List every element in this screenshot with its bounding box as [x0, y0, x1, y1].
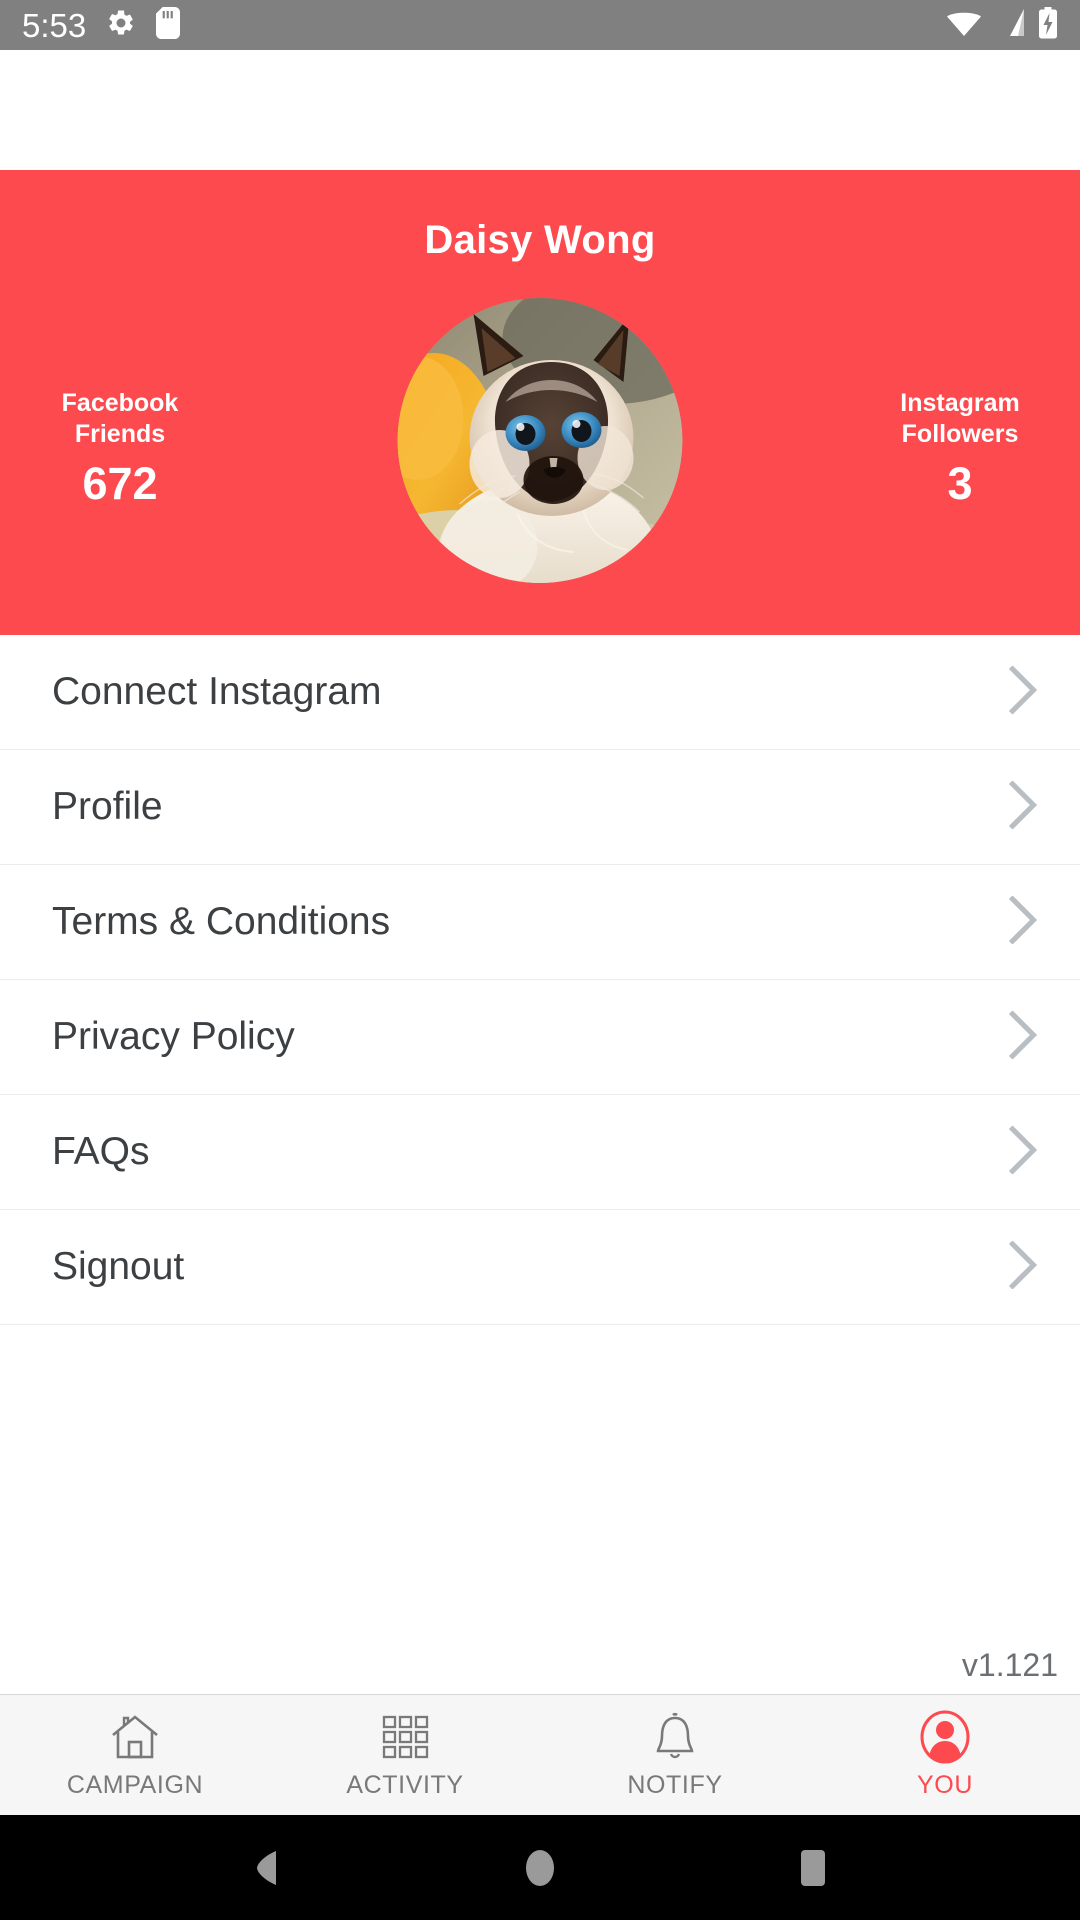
sd-card-icon	[156, 6, 181, 44]
tab-notify[interactable]: NOTIFY	[540, 1695, 810, 1815]
tab-label: YOU	[917, 1770, 973, 1799]
stat-label-line2: Followers	[901, 419, 1019, 448]
bell-icon	[651, 1711, 699, 1763]
recents-square-icon[interactable]	[790, 1845, 836, 1891]
gear-icon	[106, 8, 136, 43]
chevron-right-icon	[1008, 1009, 1038, 1064]
tab-label: ACTIVITY	[346, 1770, 464, 1799]
stat-label-line1: Facebook	[61, 389, 179, 417]
tab-label: NOTIFY	[627, 1770, 723, 1799]
chevron-right-icon	[1008, 779, 1038, 834]
home-circle-icon[interactable]	[517, 1845, 563, 1891]
stat-value-instagram: 3	[947, 458, 973, 509]
person-icon	[919, 1710, 971, 1763]
status-bar: 5:53	[0, 0, 1080, 50]
status-bar-right	[946, 6, 1058, 44]
settings-menu-list: Connect Instagram Profile Terms & Condit…	[0, 635, 1080, 1694]
menu-item-privacy-policy[interactable]: Privacy Policy	[0, 980, 1080, 1095]
stat-facebook-friends: Facebook Friends 672	[0, 388, 260, 506]
cat-avatar-photo	[397, 298, 683, 583]
status-bar-clock: 5:53	[22, 6, 87, 44]
app-screen: 5:53 Daisy Wong Facebook Friends 672 Ins…	[0, 0, 1080, 1920]
stat-label-line1: Instagram	[900, 389, 1020, 417]
wifi-icon	[946, 8, 982, 43]
avatar[interactable]	[397, 298, 683, 583]
tab-activity[interactable]: ACTIVITY	[270, 1695, 540, 1815]
chevron-right-icon	[1008, 1239, 1038, 1294]
home-icon	[108, 1711, 162, 1763]
stat-label-line2: Friends	[74, 419, 166, 448]
grid-icon	[379, 1711, 431, 1763]
menu-item-label: Signout	[52, 1245, 185, 1288]
menu-item-label: Terms & Conditions	[52, 900, 391, 943]
battery-charging-icon	[1038, 6, 1058, 44]
tab-label: CAMPAIGN	[66, 1770, 204, 1799]
stat-instagram-followers: Instagram Followers 3	[820, 388, 1080, 506]
header-spacer	[0, 50, 1080, 170]
chevron-right-icon	[1008, 664, 1038, 719]
menu-item-label: Privacy Policy	[52, 1015, 295, 1058]
menu-item-terms-and-conditions[interactable]: Terms & Conditions	[0, 865, 1080, 980]
menu-item-connect-instagram[interactable]: Connect Instagram	[0, 635, 1080, 750]
status-bar-left: 5:53	[22, 6, 181, 44]
back-icon[interactable]	[244, 1845, 290, 1891]
app-version-label: v1.121	[961, 1647, 1058, 1683]
bottom-tab-bar: CAMPAIGN ACTIVITY NOTIFY YOU	[0, 1694, 1080, 1815]
page-title: Daisy Wong	[424, 218, 656, 262]
cell-signal-icon	[994, 8, 1026, 43]
menu-item-profile[interactable]: Profile	[0, 750, 1080, 865]
tab-campaign[interactable]: CAMPAIGN	[0, 1695, 270, 1815]
android-navigation-bar	[0, 1815, 1080, 1920]
menu-item-label: Connect Instagram	[52, 670, 382, 713]
tab-you[interactable]: YOU	[810, 1695, 1080, 1815]
chevron-right-icon	[1008, 894, 1038, 949]
menu-item-faqs[interactable]: FAQs	[0, 1095, 1080, 1210]
profile-header: Daisy Wong Facebook Friends 672 Instagra…	[0, 170, 1080, 635]
menu-item-label: FAQs	[52, 1130, 150, 1173]
version-row: v1.121	[0, 1325, 1080, 1694]
menu-item-signout[interactable]: Signout	[0, 1210, 1080, 1325]
stat-value-facebook: 672	[82, 458, 158, 509]
menu-item-label: Profile	[52, 785, 163, 828]
chevron-right-icon	[1008, 1124, 1038, 1179]
